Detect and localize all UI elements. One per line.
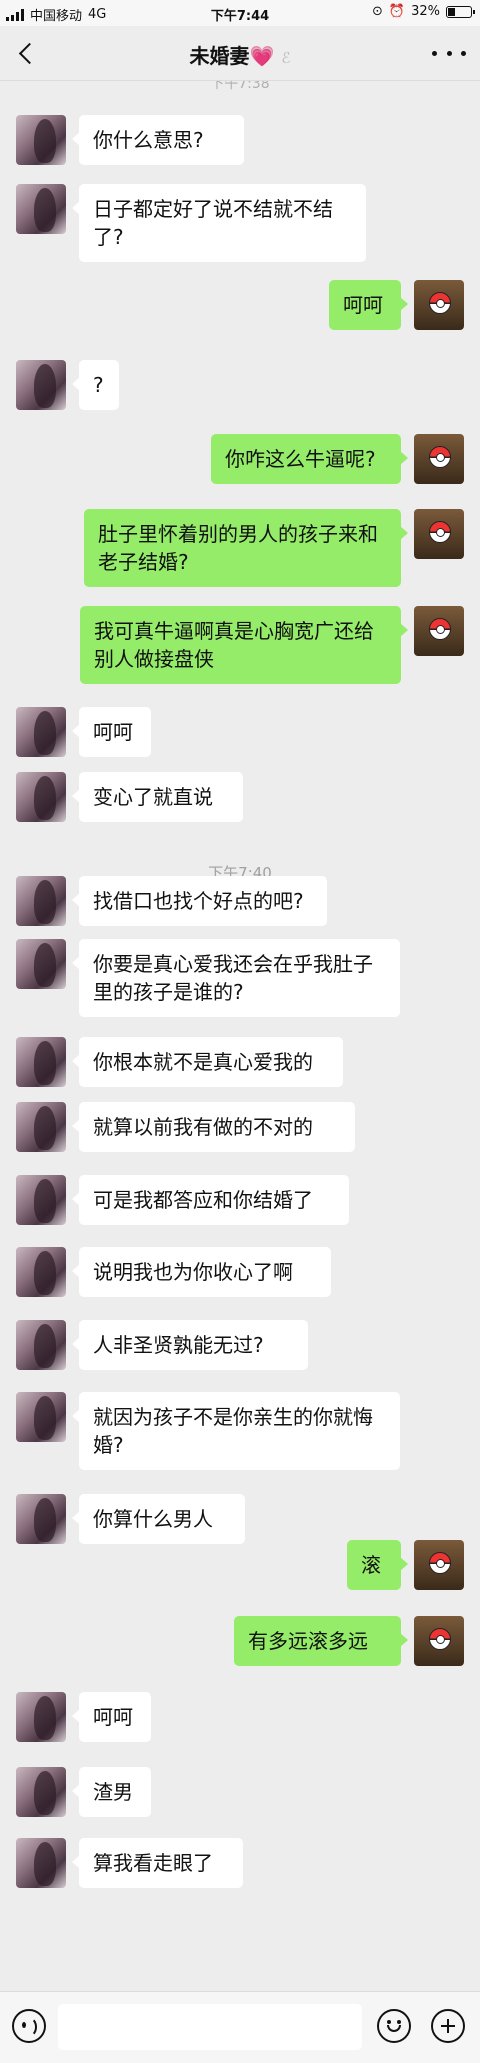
my-avatar[interactable] xyxy=(414,606,464,656)
voice-icon[interactable] xyxy=(12,2009,46,2043)
message-row: 算我看走眼了 xyxy=(0,1838,480,1888)
contact-avatar[interactable] xyxy=(16,184,66,234)
battery-percent: 32% xyxy=(411,4,440,19)
battery-icon xyxy=(446,5,475,18)
incoming-message[interactable]: 呵呵 xyxy=(72,1692,151,1742)
contact-avatar[interactable] xyxy=(16,772,66,822)
contact-avatar[interactable] xyxy=(16,939,66,989)
contact-avatar[interactable] xyxy=(16,1037,66,1087)
pokeball-icon xyxy=(429,1628,451,1650)
message-row: 滚 xyxy=(0,1540,480,1590)
alarm-icon: ⏰ xyxy=(388,4,406,19)
battery-fill xyxy=(448,7,455,16)
more-dot-icon xyxy=(446,50,452,56)
input-bar xyxy=(0,1991,480,2063)
my-avatar[interactable] xyxy=(414,434,464,484)
contact-avatar[interactable] xyxy=(16,360,66,410)
outgoing-message[interactable]: 有多远滚多远 xyxy=(234,1616,408,1666)
contact-avatar[interactable] xyxy=(16,876,66,926)
my-avatar[interactable] xyxy=(414,1616,464,1666)
chat-title: 未婚妻💗 ℰ xyxy=(0,40,480,69)
incoming-message[interactable]: 找借口也找个好点的吧? xyxy=(72,876,327,926)
message-row: 你咋这么牛逼呢? xyxy=(0,434,480,484)
pokeball-icon xyxy=(429,521,451,543)
incoming-message[interactable]: 日子都定好了说不结就不结了? xyxy=(72,184,366,262)
ear-icon: ℰ xyxy=(281,49,291,67)
message-row: 日子都定好了说不结就不结了? xyxy=(0,184,480,262)
contact-avatar[interactable] xyxy=(16,1175,66,1225)
my-avatar[interactable] xyxy=(414,280,464,330)
message-row: 说明我也为你收心了啊 xyxy=(0,1247,480,1297)
message-row: 找借口也找个好点的吧? xyxy=(0,876,480,926)
incoming-message[interactable]: 就因为孩子不是你亲生的你就悔婚? xyxy=(72,1392,400,1470)
pokeball-icon xyxy=(429,618,451,640)
outgoing-message[interactable]: 我可真牛逼啊真是心胸宽广还给别人做接盘侠 xyxy=(80,606,408,684)
incoming-message[interactable]: 变心了就直说 xyxy=(72,772,243,822)
my-avatar[interactable] xyxy=(414,1540,464,1590)
incoming-message[interactable]: 说明我也为你收心了啊 xyxy=(72,1247,331,1297)
outgoing-message[interactable]: 滚 xyxy=(347,1540,408,1590)
more-dot-icon xyxy=(461,50,466,56)
status-right: ⊙ ⏰ 32% xyxy=(372,4,475,19)
incoming-message[interactable]: 你算什么男人 xyxy=(72,1494,245,1544)
incoming-message[interactable]: 呵呵 xyxy=(72,707,151,757)
message-row: 我可真牛逼啊真是心胸宽广还给别人做接盘侠 xyxy=(0,606,480,684)
message-row: 你根本就不是真心爱我的 xyxy=(0,1037,480,1087)
outgoing-message[interactable]: 肚子里怀着别的男人的孩子来和老子结婚? xyxy=(84,509,408,587)
outgoing-message[interactable]: 你咋这么牛逼呢? xyxy=(211,434,408,484)
message-row: 变心了就直说 xyxy=(0,772,480,822)
message-row: ? xyxy=(0,360,480,410)
message-row: 你什么意思? xyxy=(0,115,480,165)
my-avatar[interactable] xyxy=(414,509,464,559)
contact-avatar[interactable] xyxy=(16,1838,66,1888)
contact-name: 未婚妻 xyxy=(189,44,250,68)
emoji-icon[interactable] xyxy=(377,2009,411,2043)
plus-icon[interactable] xyxy=(431,2009,465,2043)
contact-avatar[interactable] xyxy=(16,1392,66,1442)
message-input[interactable] xyxy=(58,2004,362,2050)
contact-avatar[interactable] xyxy=(16,1102,66,1152)
incoming-message[interactable]: 人非圣贤孰能无过? xyxy=(72,1320,308,1370)
incoming-message[interactable]: 你要是真心爱我还会在乎我肚子里的孩子是谁的? xyxy=(72,939,400,1017)
message-row: 呵呵 xyxy=(0,707,480,757)
more-button[interactable] xyxy=(432,40,466,66)
message-row: 就因为孩子不是你亲生的你就悔婚? xyxy=(0,1392,480,1470)
pokeball-icon xyxy=(429,1552,451,1574)
status-bar: 中国移动 4G 下午7:44 ⊙ ⏰ 32% xyxy=(0,0,480,26)
incoming-message[interactable]: ? xyxy=(72,360,119,410)
heart-emoji: 💗 xyxy=(249,44,275,68)
message-row: 渣男 xyxy=(0,1767,480,1817)
incoming-message[interactable]: 渣男 xyxy=(72,1767,151,1817)
contact-avatar[interactable] xyxy=(16,115,66,165)
message-row: 你要是真心爱我还会在乎我肚子里的孩子是谁的? xyxy=(0,939,480,1017)
contact-avatar[interactable] xyxy=(16,707,66,757)
incoming-message[interactable]: 你什么意思? xyxy=(72,115,244,165)
contact-avatar[interactable] xyxy=(16,1494,66,1544)
message-row: 人非圣贤孰能无过? xyxy=(0,1320,480,1370)
incoming-message[interactable]: 你根本就不是真心爱我的 xyxy=(72,1037,343,1087)
timestamp-partial: 下午7:38 xyxy=(210,81,270,92)
contact-avatar[interactable] xyxy=(16,1247,66,1297)
message-row: 呵呵 xyxy=(0,280,480,330)
chat-header: 未婚妻💗 ℰ xyxy=(0,26,480,81)
incoming-message[interactable]: 就算以前我有做的不对的 xyxy=(72,1102,355,1152)
incoming-message[interactable]: 可是我都答应和你结婚了 xyxy=(72,1175,349,1225)
contact-avatar[interactable] xyxy=(16,1767,66,1817)
incoming-message[interactable]: 算我看走眼了 xyxy=(72,1838,243,1888)
message-row: 肚子里怀着别的男人的孩子来和老子结婚? xyxy=(0,509,480,587)
message-row: 就算以前我有做的不对的 xyxy=(0,1102,480,1152)
outgoing-message[interactable]: 呵呵 xyxy=(329,280,408,330)
more-dot-icon xyxy=(432,50,437,56)
message-row: 呵呵 xyxy=(0,1692,480,1742)
contact-avatar[interactable] xyxy=(16,1692,66,1742)
rotation-lock-icon: ⊙ xyxy=(372,4,383,19)
pokeball-icon xyxy=(429,292,451,314)
pokeball-icon xyxy=(429,446,451,468)
message-row: 有多远滚多远 xyxy=(0,1616,480,1666)
message-row: 可是我都答应和你结婚了 xyxy=(0,1175,480,1225)
contact-avatar[interactable] xyxy=(16,1320,66,1370)
message-list[interactable]: 下午7:38 下午7:40 你什么意思? 日子都定好了说不结就不结了? 呵呵? 你咋这么… xyxy=(0,81,480,1991)
message-row: 你算什么男人 xyxy=(0,1494,480,1544)
